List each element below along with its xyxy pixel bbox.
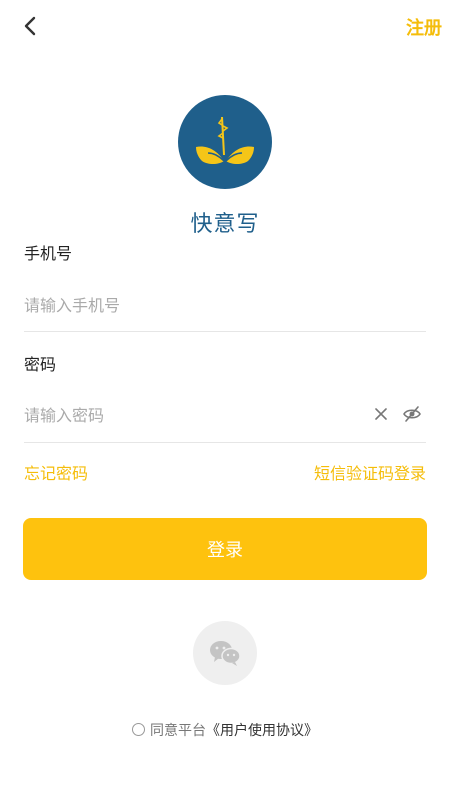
chevron-left-icon bbox=[24, 16, 36, 36]
phone-label: 手机号 bbox=[24, 244, 73, 263]
forgot-password-link[interactable]: 忘记密码 bbox=[24, 460, 88, 484]
password-divider bbox=[24, 442, 426, 443]
back-button[interactable] bbox=[18, 12, 46, 42]
password-input[interactable] bbox=[24, 400, 364, 430]
eye-off-icon bbox=[403, 406, 421, 422]
app-logo bbox=[178, 95, 272, 189]
wechat-login-button[interactable] bbox=[193, 621, 257, 685]
clear-password-button[interactable] bbox=[372, 405, 390, 423]
phone-input[interactable] bbox=[24, 290, 364, 320]
phone-divider bbox=[24, 331, 426, 332]
agreement-prefix: 同意平台 bbox=[150, 723, 206, 739]
sms-login-link[interactable]: 短信验证码登录 bbox=[314, 460, 426, 484]
login-screen: 注册 快意写 手机号 密码 忘记密码 bbox=[0, 0, 450, 800]
agree-radio[interactable] bbox=[132, 723, 145, 736]
wechat-icon bbox=[210, 641, 241, 666]
app-name: 快意写 bbox=[190, 212, 260, 237]
password-label: 密码 bbox=[24, 355, 57, 374]
agreement-row: 同意平台《用户使用协议》 bbox=[0, 720, 450, 740]
user-agreement-link[interactable]: 《用户使用协议》 bbox=[206, 723, 318, 739]
register-link[interactable]: 注册 bbox=[406, 14, 442, 40]
toggle-password-visibility-button[interactable] bbox=[402, 405, 422, 423]
login-button[interactable]: 登录 bbox=[23, 518, 427, 580]
book-quill-logo-icon bbox=[178, 95, 272, 189]
close-icon bbox=[375, 408, 387, 420]
